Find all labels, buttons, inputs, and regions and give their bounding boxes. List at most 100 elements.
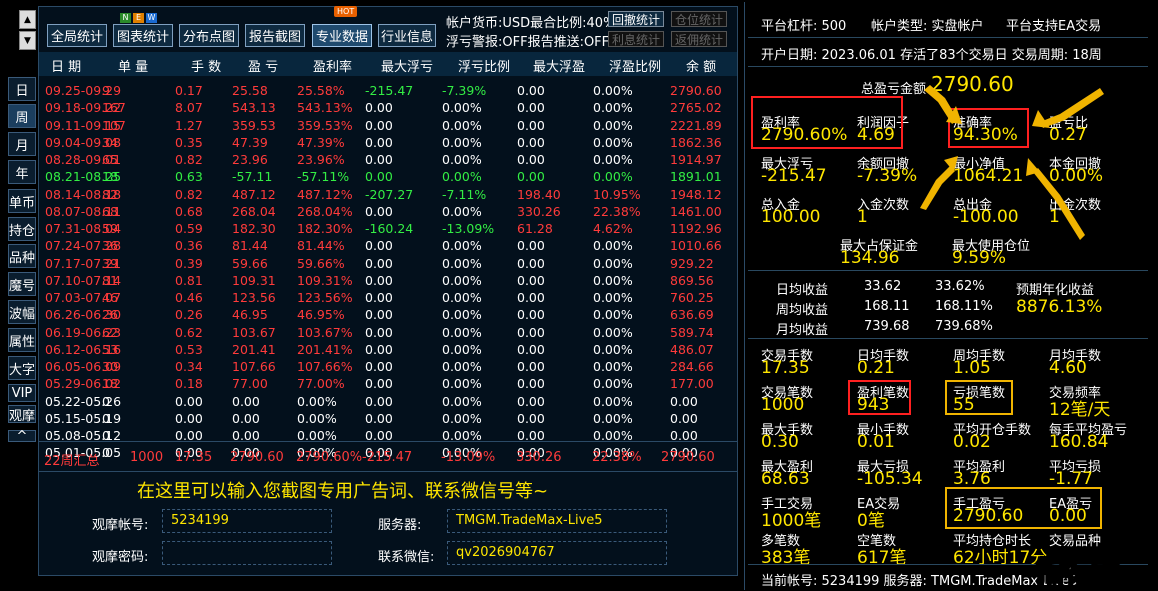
table-row[interactable]: 05.22-05.26 0 0.00 0.00 0.00% 0.00 0.00% 0.00 0.… xyxy=(44,394,724,412)
separator xyxy=(748,338,1148,339)
table-cell: 46.95% xyxy=(297,307,345,323)
column-header-2[interactable]: 手 数 xyxy=(191,56,221,75)
table-cell: 0.00% xyxy=(593,152,633,167)
wechat-field[interactable]: qv2026904767 xyxy=(447,541,667,565)
sidebar-item-8[interactable]: 波幅 xyxy=(8,300,36,324)
scroll-up-button[interactable]: ▲ xyxy=(19,10,36,29)
toolbar-button-3[interactable]: 报告截图 xyxy=(245,24,305,47)
table-row[interactable]: 05.29-06.02 18 0.18 77.00 77.00% 0.00 0.00% 0.0… xyxy=(44,376,724,394)
table-cell: 103.67 xyxy=(232,324,276,340)
drawdown-stats-button[interactable]: 回撤统计 xyxy=(608,11,664,27)
column-header-4[interactable]: 盈利率 xyxy=(313,56,352,75)
stat-value: -105.34 xyxy=(857,469,923,489)
toolbar-button-1[interactable]: 图表统计 xyxy=(113,24,173,47)
sidebar-item-12[interactable]: 观摩 xyxy=(8,405,36,424)
ad-text: 在这里可以输入您截图专用广告词、联系微信号等~ xyxy=(137,481,549,502)
table-row[interactable]: 05.15-05.19 0 0.00 0.00 0.00% 0.00 0.00% 0.00 0.… xyxy=(44,411,724,429)
table-cell: 0.17 xyxy=(175,83,203,98)
table-cell: 0.00 xyxy=(175,410,203,426)
sidebar-item-6[interactable]: 品种 xyxy=(8,244,36,268)
server-field[interactable]: TMGM.TradeMax-Live5 xyxy=(447,509,667,533)
sidebar-item-3[interactable]: 年 xyxy=(8,160,36,184)
summary-cell: -215.47 xyxy=(362,450,413,465)
table-cell: 0.82 xyxy=(175,186,203,202)
position-stats-button[interactable]: 仓位统计 xyxy=(671,11,727,27)
table-cell: 177.00 xyxy=(670,376,714,392)
column-header-6[interactable]: 浮亏比例 xyxy=(458,56,510,75)
sidebar-item-1[interactable]: 周 xyxy=(8,104,36,128)
toolbar-button-0[interactable]: 全局统计 xyxy=(47,24,107,47)
account-type-text: 帐户类型: 实盘帐户 xyxy=(871,19,984,34)
table-cell: 0.00% xyxy=(442,169,482,185)
column-header-8[interactable]: 浮盈比例 xyxy=(609,56,661,75)
table-cell: 47.39 xyxy=(232,134,268,150)
table-cell: -57.11% xyxy=(297,169,350,185)
table-cell: 46 xyxy=(102,290,118,305)
table-cell: 0.34 xyxy=(175,359,203,374)
table-cell: 0.00% xyxy=(442,393,482,409)
table-row[interactable]: 07.10-07.14 81 0.81 109.31 109.31% 0.00 0.00% 0… xyxy=(44,273,724,291)
table-cell: 0.00% xyxy=(442,238,482,254)
table-row[interactable]: 08.21-08.25 18 0.63 -57.11 -57.11% 0.00 0.00% 0… xyxy=(44,169,724,187)
table-cell: 2221.89 xyxy=(670,117,722,133)
rebate-stats-button[interactable]: 返佣统计 xyxy=(671,31,727,47)
column-header-9[interactable]: 余 额 xyxy=(686,56,716,75)
table-cell: 0.00% xyxy=(593,100,633,116)
income-cell: 168.11% xyxy=(935,299,993,314)
highlight-box xyxy=(751,96,903,149)
table-row[interactable]: 08.14-08.18 82 0.82 487.12 487.12% -207.27 -7.… xyxy=(44,187,724,205)
column-header-7[interactable]: 最大浮盈 xyxy=(533,56,585,75)
sidebar-item-4[interactable]: 单币 xyxy=(8,189,36,213)
scroll-down-button[interactable]: ▼ xyxy=(19,31,36,50)
table-cell: 0.00 xyxy=(517,393,545,409)
table-row[interactable]: 06.26-06.30 26 0.26 46.95 46.95% 0.00 0.00% 0.0… xyxy=(44,307,724,325)
table-cell: 182.30 xyxy=(232,221,276,236)
sidebar-item-9[interactable]: 属性 xyxy=(8,328,36,352)
column-header-0[interactable]: 日 期 xyxy=(51,56,81,75)
table-row[interactable]: 09.25-09.29 9 0.17 25.58 25.58% -215.47 -7.39%… xyxy=(44,83,724,101)
column-header-3[interactable]: 盈 亏 xyxy=(248,56,278,75)
table-row[interactable]: 07.03-07.07 46 0.46 123.56 123.56% 0.00 0.00% 0… xyxy=(44,290,724,308)
column-header-1[interactable]: 单 量 xyxy=(118,56,148,75)
table-row[interactable]: 08.28-09.01 65 0.82 23.96 23.96% 0.00 0.00% 0.0… xyxy=(44,152,724,170)
table-cell: 0.26 xyxy=(175,307,203,323)
table-cell: 30 xyxy=(102,359,118,374)
table-row[interactable]: 08.07-08.11 68 0.68 268.04 268.04% 0.00 0.00% 3… xyxy=(44,204,724,222)
sidebar-item-2[interactable]: 月 xyxy=(8,132,36,156)
arrow-shape xyxy=(1033,168,1085,240)
table-row[interactable]: 09.04-09.08 34 0.35 47.39 47.39% 0.00 0.00% 0.0… xyxy=(44,135,724,153)
sidebar-item-10[interactable]: 大字 xyxy=(8,356,36,380)
table-row[interactable]: 06.05-06.09 30 0.34 107.66 107.66% 0.00 0.00% 0… xyxy=(44,359,724,377)
sidebar-item-0[interactable]: 日 xyxy=(8,77,36,101)
table-cell: 1461.00 xyxy=(670,203,722,219)
toolbar-button-2[interactable]: 分布点图 xyxy=(179,24,239,47)
table-cell: 103.67% xyxy=(297,324,353,340)
sidebar-item-11[interactable]: VIP xyxy=(8,384,36,402)
table-cell: 487.12% xyxy=(297,186,353,202)
column-header-5[interactable]: 最大浮亏 xyxy=(381,56,433,75)
table-row[interactable]: 07.17-07.21 39 0.39 59.66 59.66% 0.00 0.00% 0.0… xyxy=(44,256,724,274)
stat-value: 0笔 xyxy=(857,511,885,531)
table-cell: 0.46 xyxy=(175,290,203,305)
summary-cell: 1000 xyxy=(130,450,164,465)
hot-badge: HOT xyxy=(334,6,358,17)
table-row[interactable]: 06.12-06.16 53 0.53 201.41 201.41% 0.00 0.00% 0… xyxy=(44,342,724,360)
interest-stats-button[interactable]: 利息统计 xyxy=(608,31,664,47)
toolbar-button-4[interactable]: 专业数据 xyxy=(312,24,372,47)
table-row[interactable]: 09.18-09.22 167 8.07 543.13 543.13% 0.00 0.00%… xyxy=(44,100,724,118)
sidebar-item-13[interactable]: ^ xyxy=(8,429,36,444)
table-row[interactable]: 07.31-08.04 59 0.59 182.30 182.30% -160.24 -13… xyxy=(44,221,724,239)
table-cell: -160.24 xyxy=(365,221,414,236)
table-row[interactable]: 09.11-09.15 107 1.27 359.53 359.53% 0.00 0.00%… xyxy=(44,118,724,136)
arrow-shape xyxy=(920,166,955,210)
table-row[interactable]: 06.19-06.23 62 0.62 103.67 103.67% 0.00 0.00% 0… xyxy=(44,325,724,343)
toolbar-button-5[interactable]: 行业信息 xyxy=(378,24,436,47)
password-field[interactable] xyxy=(162,541,332,565)
table-cell: 0.00 xyxy=(365,359,393,374)
table-cell: 0.00 xyxy=(517,117,545,133)
table-row[interactable]: 07.24-07.28 36 0.36 81.44 81.44% 0.00 0.00% 0.0… xyxy=(44,238,724,256)
table-row[interactable]: 05.08-05.12 0 0.00 0.00 0.00% 0.00 0.00% 0.00 0.… xyxy=(44,428,724,446)
account-field[interactable]: 5234199 xyxy=(162,509,332,533)
sidebar-item-7[interactable]: 魔号 xyxy=(8,272,36,296)
sidebar-item-5[interactable]: 持仓 xyxy=(8,217,36,241)
